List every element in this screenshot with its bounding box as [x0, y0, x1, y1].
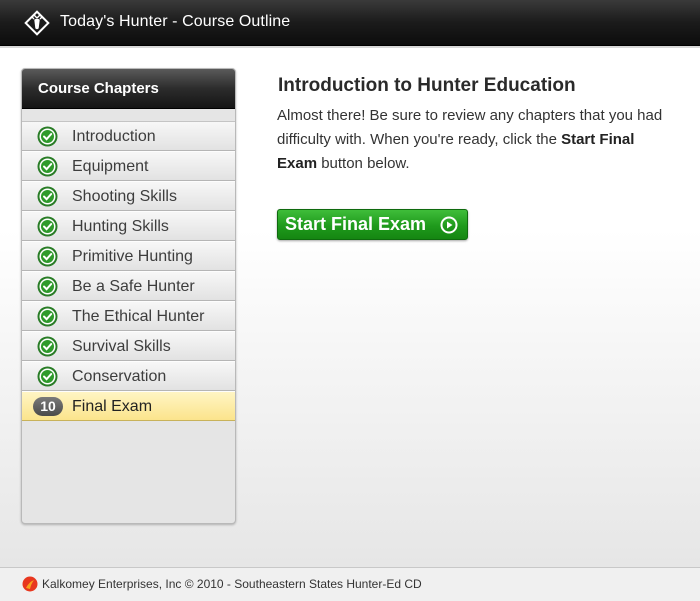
chapter-item[interactable]: 10 Final Exam [22, 391, 235, 421]
chapter-label: Final Exam [72, 398, 153, 415]
chapter-item[interactable]: The Ethical Hunter [22, 301, 235, 331]
check-icon [37, 366, 58, 387]
chapter-label: Introduction [72, 128, 156, 145]
instructions-part-2: button below. [317, 155, 410, 172]
chapter-item[interactable]: Shooting Skills [22, 181, 235, 211]
check-icon [37, 336, 58, 357]
check-icon [37, 306, 58, 327]
chapter-label: Primitive Hunting [72, 248, 193, 265]
chapter-label: Hunting Skills [72, 218, 169, 235]
main-area: Course Chapters Introduction Equipment Sho… [0, 48, 700, 567]
instructions-text: Almost there! Be sure to review any chap… [277, 104, 672, 176]
chapter-label: The Ethical Hunter [72, 308, 205, 325]
app-header: Today's Hunter - Course Outline [0, 0, 700, 46]
check-icon [37, 276, 58, 297]
kalkomey-logo-icon [22, 576, 38, 592]
check-icon [37, 156, 58, 177]
start-final-exam-label: Start Final Exam [285, 214, 427, 234]
chapter-item[interactable]: Primitive Hunting [22, 241, 235, 271]
app-title: Today's Hunter - Course Outline [60, 13, 291, 30]
chapter-item[interactable]: Be a Safe Hunter [22, 271, 235, 301]
chapter-list: Introduction Equipment Shooting Skills Hunt… [22, 121, 235, 421]
play-circle-icon [440, 216, 458, 234]
start-final-exam-button[interactable]: Start Final Exam [277, 209, 468, 240]
chapter-label: Be a Safe Hunter [72, 278, 195, 295]
chapter-number-badge: 10 [33, 397, 63, 416]
chapter-label: Survival Skills [72, 338, 171, 355]
app-footer: Kalkomey Enterprises, Inc © 2010 - South… [0, 567, 700, 601]
page-title: Introduction to Hunter Education [278, 75, 576, 96]
chapter-item[interactable]: Equipment [22, 151, 235, 181]
course-chapters-panel: Course Chapters Introduction Equipment Sho… [21, 68, 236, 524]
deer-head-logo-icon [24, 10, 50, 36]
check-icon [37, 126, 58, 147]
check-icon [37, 186, 58, 207]
chapter-label: Equipment [72, 158, 149, 175]
check-icon [37, 246, 58, 267]
chapter-item[interactable]: Survival Skills [22, 331, 235, 361]
chapter-label: Shooting Skills [72, 188, 177, 205]
chapter-label: Conservation [72, 368, 167, 385]
chapter-item[interactable]: Hunting Skills [22, 211, 235, 241]
copyright-text: Kalkomey Enterprises, Inc © 2010 - South… [42, 577, 422, 591]
check-icon [37, 216, 58, 237]
chapter-item[interactable]: Introduction [22, 121, 235, 151]
chapter-item[interactable]: Conservation [22, 361, 235, 391]
sidebar-heading: Course Chapters [22, 69, 235, 109]
